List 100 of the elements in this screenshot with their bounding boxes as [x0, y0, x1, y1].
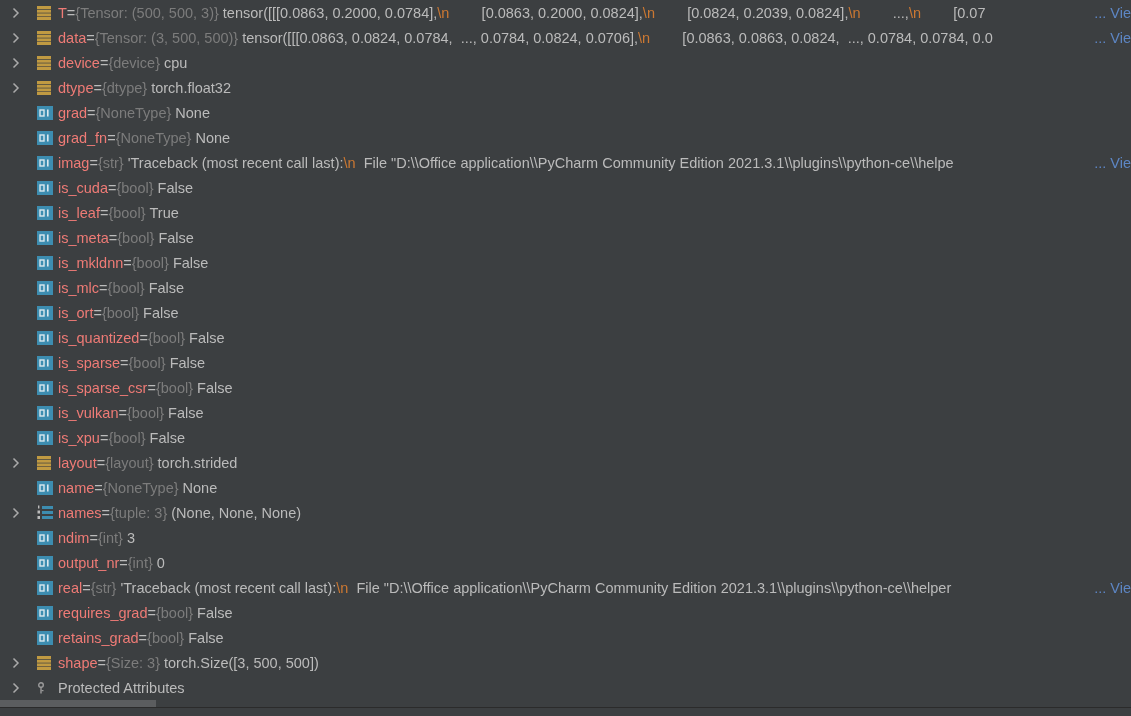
primitive-icon [37, 305, 53, 320]
variable-value: True [149, 204, 179, 221]
scrollbar-thumb[interactable] [0, 700, 156, 707]
primitive-icon [37, 330, 53, 345]
variable-type: {NoneType} [95, 104, 173, 121]
variable-type: {int} [97, 529, 124, 546]
equals-sign: = [99, 279, 108, 296]
expand-chevron-icon[interactable] [12, 506, 20, 519]
expand-chevron-icon[interactable] [12, 456, 20, 469]
expand-chevron-icon[interactable] [12, 656, 20, 669]
variable-name: device [58, 54, 100, 71]
equals-sign: = [101, 504, 110, 521]
stack-icon [37, 55, 51, 70]
expand-chevron-icon[interactable] [12, 31, 20, 44]
expand-chevron-icon[interactable] [12, 681, 20, 694]
equals-sign: = [93, 304, 102, 321]
equals-sign: = [107, 129, 116, 146]
variable-value: 3 [126, 529, 135, 546]
variable-type: {bool} [116, 179, 155, 196]
variable-type: {bool} [131, 254, 170, 271]
primitive-icon [37, 105, 53, 120]
equals-sign: = [66, 4, 76, 21]
variable-type: {NoneType} [115, 129, 193, 146]
equals-sign: = [96, 454, 106, 471]
expand-chevron-icon[interactable] [12, 6, 20, 19]
equals-sign: = [99, 429, 109, 446]
primitive-icon [37, 130, 53, 145]
variable-name: grad_fn [58, 129, 108, 146]
equals-sign: = [138, 629, 148, 646]
equals-sign: = [86, 29, 95, 46]
variable-value: False [148, 279, 185, 296]
variable-name: shape [58, 654, 98, 671]
equals-sign: = [147, 604, 156, 621]
variable-value: tensor([[[0.0863, 0.0824, 0.0784, ..., 0.0784, 0.0824, 0.0706],\n [0.0863, 0.0863, 0.0824, ..., 0.0784, 0.0784, 0.0 [242, 29, 993, 46]
variable-value: False [197, 604, 233, 621]
primitive-icon [37, 580, 53, 595]
variable-type: {bool} [108, 204, 147, 221]
equals-sign: = [99, 204, 109, 221]
variable-name: is_ort [58, 304, 94, 321]
variable-type: {int} [127, 554, 154, 571]
primitive-icon [37, 180, 53, 195]
variable-name: ndim [58, 529, 90, 546]
variable-type: {bool} [155, 604, 195, 621]
variable-value: False [169, 354, 206, 371]
variable-name: name [58, 479, 95, 496]
variable-value: torch.strided [157, 454, 238, 471]
variable-value: None [195, 129, 231, 146]
variable-value: (None, None, None) [171, 504, 302, 521]
variable-value: False [197, 379, 233, 396]
equals-sign: = [123, 254, 132, 271]
equals-sign: = [120, 354, 129, 371]
stack-icon [37, 655, 51, 670]
equals-sign: = [94, 479, 103, 496]
variable-type: {Size: 3} [106, 654, 161, 671]
variable-type: {Tensor: (3, 500, 500)} [94, 29, 240, 46]
variable-value: False [149, 429, 185, 446]
expand-chevron-icon[interactable] [12, 81, 20, 94]
primitive-icon [37, 230, 53, 245]
primitive-icon [37, 430, 53, 445]
variable-name: is_xpu [58, 429, 100, 446]
primitive-icon [37, 155, 53, 170]
variable-type: {bool} [147, 329, 186, 346]
variable-type: {str} [97, 154, 125, 171]
expand-chevron-icon[interactable] [12, 56, 20, 69]
equals-sign: = [93, 79, 102, 96]
group-label[interactable]: Protected Attributes [58, 679, 185, 696]
variable-type: {bool} [128, 354, 167, 371]
variable-name: is_mkldnn [58, 254, 124, 271]
variable-name: requires_grad [58, 604, 148, 621]
variable-type: {bool} [117, 229, 156, 246]
variable-value: False [188, 629, 224, 646]
variable-value: False [168, 404, 204, 421]
variable-value: False [189, 329, 225, 346]
equals-sign: = [89, 529, 98, 546]
view-link[interactable]: ... Vie [1094, 4, 1131, 21]
primitive-icon [37, 205, 53, 220]
primitive-icon [37, 555, 53, 570]
variable-name: is_meta [58, 229, 109, 246]
view-link[interactable]: ... Vie [1094, 579, 1131, 596]
variable-type: {str} [90, 579, 118, 596]
view-link[interactable]: ... Vie [1094, 154, 1131, 171]
variable-value: None [182, 479, 218, 496]
equals-sign: = [82, 579, 91, 596]
variable-value: 0 [156, 554, 165, 571]
primitive-icon [37, 280, 53, 295]
variable-type: {bool} [101, 304, 141, 321]
variable-value: False [143, 304, 179, 321]
variable-name: names [58, 504, 102, 521]
stack-icon [37, 5, 51, 20]
stack-icon [37, 455, 51, 470]
primitive-icon [37, 255, 53, 270]
variable-type: {layout} [105, 454, 155, 471]
variable-name: is_leaf [58, 204, 100, 221]
variable-name: is_quantized [58, 329, 140, 346]
equals-sign: = [108, 179, 117, 196]
view-link[interactable]: ... Vie [1094, 29, 1131, 46]
variable-type: {bool} [107, 279, 146, 296]
stack-icon [37, 30, 51, 45]
variable-type: {bool} [155, 379, 195, 396]
variable-type: {dtype} [101, 79, 149, 96]
